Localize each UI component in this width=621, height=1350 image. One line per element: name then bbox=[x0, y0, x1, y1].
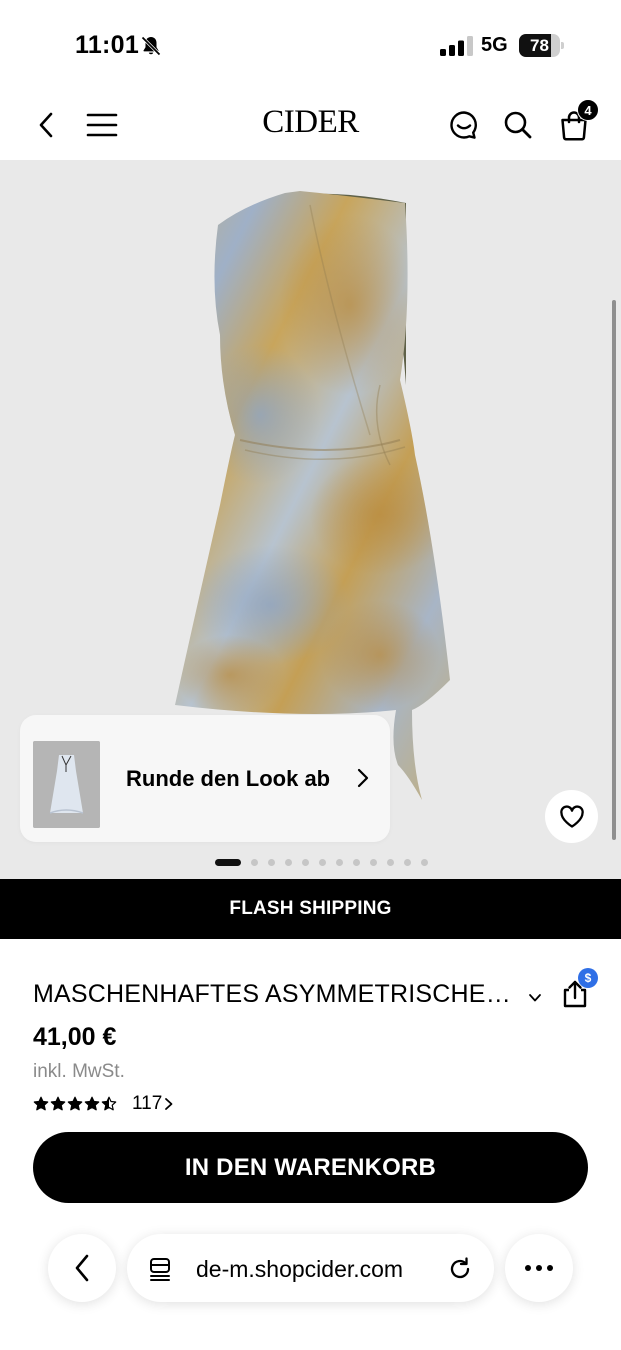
gallery-dot[interactable] bbox=[285, 858, 292, 866]
share-reward-badge: $ bbox=[578, 968, 598, 988]
star-icon bbox=[50, 1096, 66, 1111]
product-title[interactable]: MASCHENHAFTES ASYMMETRISCHES MINIKLEID bbox=[33, 980, 523, 1009]
cart-count-badge: 4 bbox=[577, 99, 599, 121]
network-type: 5G bbox=[481, 34, 508, 56]
heart-icon bbox=[559, 804, 584, 828]
gallery-dot[interactable] bbox=[302, 858, 309, 866]
gallery-dot[interactable] bbox=[370, 858, 377, 866]
battery-icon: 78 bbox=[519, 34, 565, 57]
rating-row[interactable]: 117 bbox=[33, 1093, 174, 1115]
product-price: 41,00 € bbox=[33, 1023, 117, 1051]
rating-stars bbox=[33, 1096, 117, 1112]
cellular-signal-icon bbox=[440, 36, 473, 56]
flash-shipping-banner: FLASH SHIPPING bbox=[0, 879, 621, 939]
browser-toolbar: de-m.shopcider.com bbox=[0, 1232, 621, 1304]
tabs-icon[interactable] bbox=[148, 1256, 172, 1282]
app-header: CIDER bbox=[0, 90, 621, 160]
gallery-dot[interactable] bbox=[268, 858, 275, 866]
complete-look-thumbnail bbox=[33, 741, 100, 828]
more-icon bbox=[525, 1265, 553, 1271]
browser-back-icon bbox=[75, 1254, 89, 1282]
gallery-dot[interactable] bbox=[421, 858, 428, 866]
gallery-dot[interactable] bbox=[353, 858, 360, 866]
bell-muted-icon bbox=[141, 36, 161, 56]
star-icon bbox=[67, 1096, 83, 1111]
tax-note: inkl. MwSt. bbox=[33, 1061, 125, 1082]
battery-percent: 78 bbox=[530, 36, 549, 55]
add-to-cart-button[interactable]: IN DEN WARENKORB bbox=[33, 1132, 588, 1203]
gallery-dot[interactable] bbox=[251, 858, 258, 866]
gallery-dot[interactable] bbox=[319, 858, 326, 866]
review-count: 117 bbox=[132, 1093, 163, 1114]
page-scrollbar[interactable] bbox=[612, 300, 616, 840]
complete-look-label: Runde den Look ab bbox=[126, 766, 331, 791]
product-gallery[interactable]: Runde den Look ab bbox=[0, 160, 621, 879]
gallery-dot[interactable] bbox=[336, 858, 343, 866]
more-options-button[interactable] bbox=[505, 1234, 573, 1302]
chevron-right-icon bbox=[165, 1098, 173, 1110]
search-button[interactable] bbox=[501, 107, 535, 143]
gallery-dot[interactable] bbox=[387, 858, 394, 866]
browser-back-button[interactable] bbox=[48, 1234, 116, 1302]
star-icon bbox=[33, 1096, 49, 1111]
chevron-right-icon bbox=[357, 768, 369, 788]
wishlist-button[interactable] bbox=[545, 790, 598, 843]
gallery-dot[interactable] bbox=[215, 858, 241, 866]
chat-icon bbox=[450, 111, 477, 139]
search-icon bbox=[504, 111, 532, 139]
status-time: 11:01 bbox=[75, 31, 140, 59]
reload-icon[interactable] bbox=[447, 1256, 473, 1282]
chevron-down-icon[interactable] bbox=[528, 993, 542, 1003]
address-bar[interactable]: de-m.shopcider.com bbox=[127, 1234, 494, 1302]
url-text: de-m.shopcider.com bbox=[196, 1256, 404, 1282]
gallery-pagination[interactable] bbox=[215, 858, 428, 866]
gallery-dot[interactable] bbox=[404, 858, 411, 866]
status-bar: 11:01 5G 78 bbox=[0, 0, 621, 90]
star-icon bbox=[101, 1096, 117, 1111]
complete-the-look-card[interactable]: Runde den Look ab bbox=[20, 715, 390, 842]
chat-button[interactable] bbox=[447, 107, 481, 143]
star-icon bbox=[84, 1096, 100, 1111]
